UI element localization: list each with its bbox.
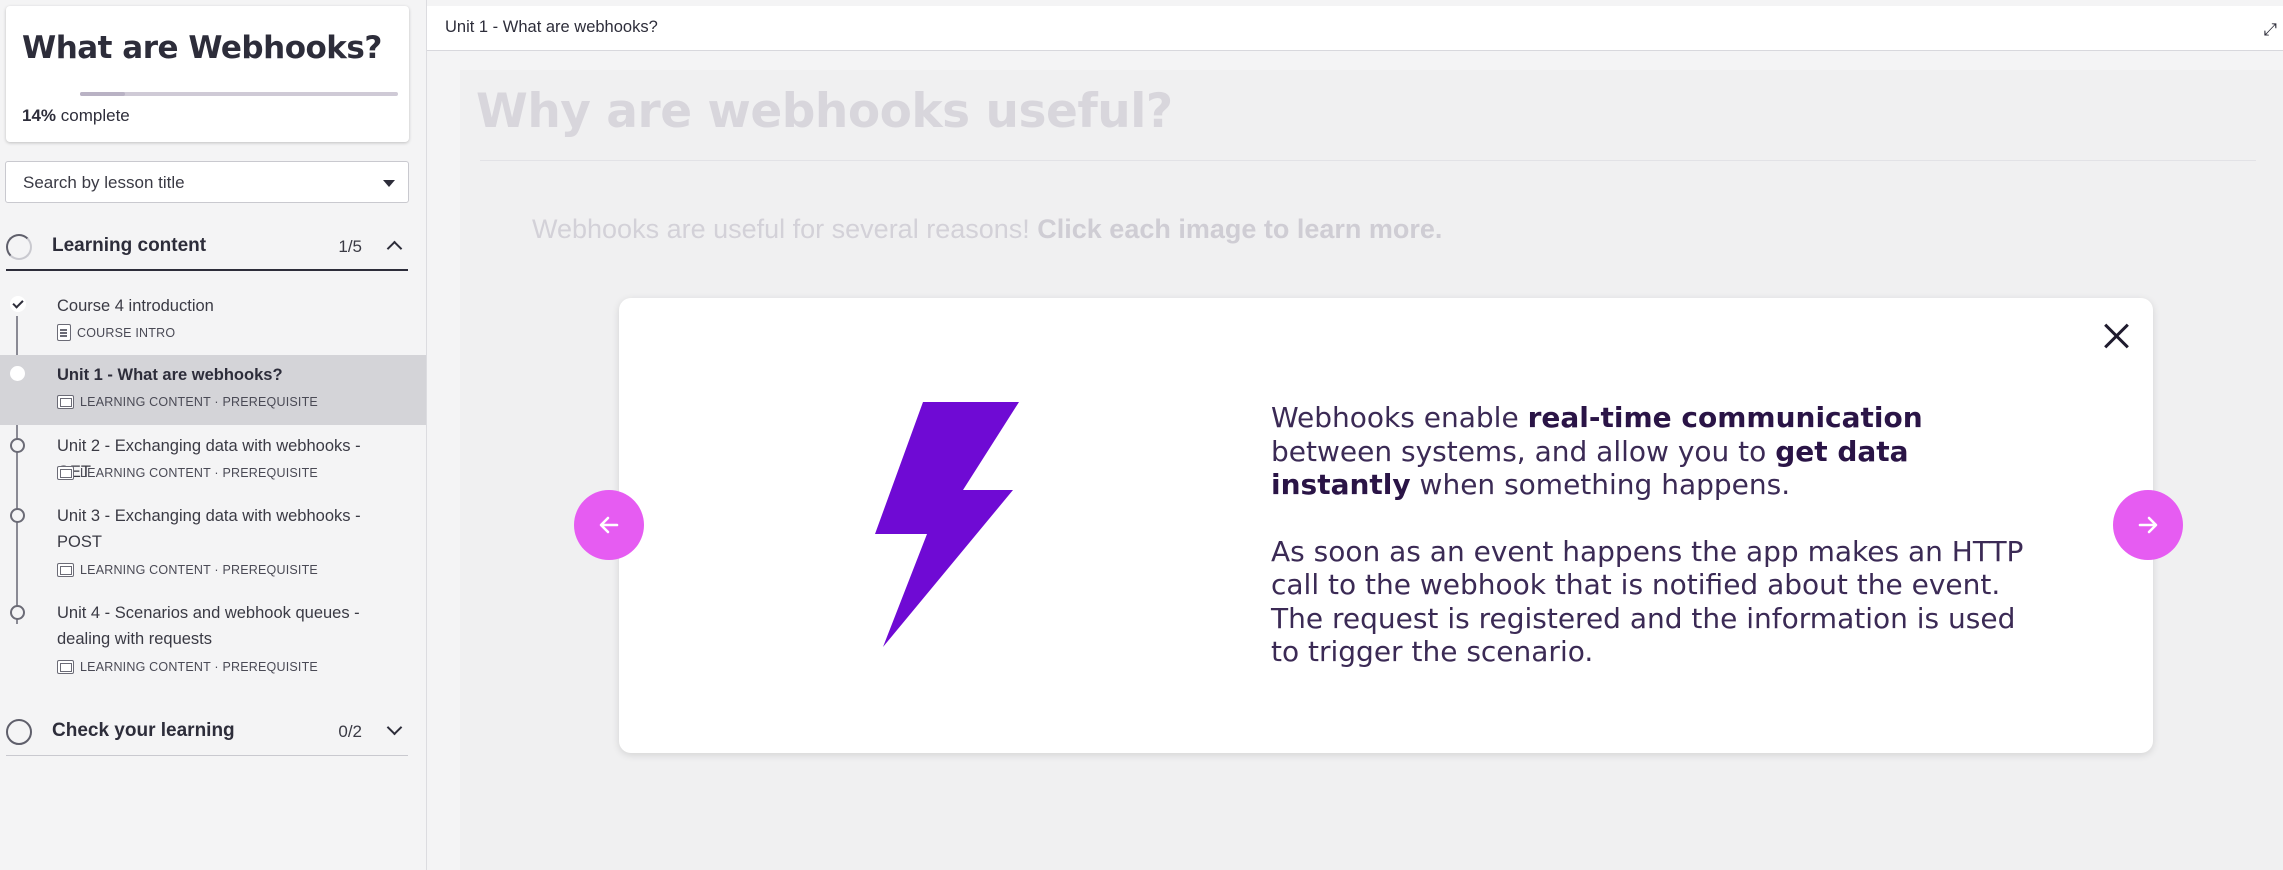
lesson-status-dot-icon xyxy=(10,508,25,523)
lesson-topbar: Unit 1 - What are webhooks? ⤢ xyxy=(427,6,2283,51)
info-card-modal: Webhooks enable real-time communication … xyxy=(619,298,2153,753)
document-icon xyxy=(57,324,71,341)
expand-icon[interactable]: ⤢ xyxy=(2263,20,2277,40)
slides-icon xyxy=(57,466,74,480)
course-header-card: What are Webhooks? 14% complete xyxy=(6,6,409,142)
progress-percent: 14% xyxy=(22,106,57,125)
lesson-search-select[interactable]: Search by lesson title xyxy=(5,161,409,203)
page-heading: Why are webhooks useful? xyxy=(476,84,1173,139)
card-text-segment: Webhooks enable xyxy=(1271,401,1528,434)
sidebar-divider xyxy=(426,0,427,870)
section-progress-ring-icon xyxy=(6,234,32,260)
course-title: What are Webhooks? xyxy=(22,30,382,66)
caret-down-icon xyxy=(383,180,395,187)
lesson-item-unit-4[interactable]: Unit 4 - Scenarios and webhook queues - … xyxy=(0,597,426,687)
course-sidebar: What are Webhooks? 14% complete Search b… xyxy=(0,0,426,870)
card-paragraph-1: Webhooks enable real-time communication … xyxy=(1271,401,2051,502)
lesson-item-unit-1[interactable]: Unit 1 - What are webhooks? LEARNING CON… xyxy=(0,355,426,425)
lesson-meta-text: LEARNING CONTENT · PREREQUISITE xyxy=(80,395,318,409)
intro-bold-text: Click each image to learn more. xyxy=(1037,214,1443,244)
course-progress-fill xyxy=(80,92,125,96)
section-count: 1/5 xyxy=(338,237,362,256)
section-count: 0/2 xyxy=(338,722,362,741)
lesson-search-placeholder: Search by lesson title xyxy=(23,173,185,192)
lesson-status-dot-icon xyxy=(10,605,25,620)
section-learning-content[interactable]: Learning content 1/5 xyxy=(6,221,408,271)
lesson-title: Course 4 introduction xyxy=(57,297,214,315)
slides-icon xyxy=(57,395,74,409)
card-description: Webhooks enable real-time communication … xyxy=(1271,401,2051,702)
course-progress-text: 14% complete xyxy=(22,106,130,126)
lesson-title: Unit 4 - Scenarios and webhook queues - … xyxy=(57,604,360,648)
lesson-item-unit-3[interactable]: Unit 3 - Exchanging data with webhooks -… xyxy=(0,500,426,590)
section-check-your-learning[interactable]: Check your learning 0/2 xyxy=(6,706,408,756)
lesson-title: Unit 1 - What are webhooks? xyxy=(57,366,283,384)
lesson-item-unit-2[interactable]: Unit 2 - Exchanging data with webhooks -… xyxy=(0,430,426,490)
lesson-current-dot-icon xyxy=(10,366,25,381)
section-progress-ring-icon xyxy=(6,719,32,745)
heading-divider xyxy=(480,160,2256,161)
lesson-meta-text: LEARNING CONTENT · PREREQUISITE xyxy=(80,660,318,674)
chevron-down-icon[interactable] xyxy=(386,719,403,736)
intro-plain-text: Webhooks are useful for several reasons! xyxy=(532,214,1038,244)
check-icon xyxy=(10,296,26,312)
lesson-meta: LEARNING CONTENT · PREREQUISITE xyxy=(57,466,318,480)
arrow-left-icon xyxy=(599,516,619,534)
lesson-meta: COURSE INTRO xyxy=(57,324,175,341)
lesson-meta: LEARNING CONTENT · PREREQUISITE xyxy=(57,660,318,674)
lesson-item-course-intro[interactable]: Course 4 introduction COURSE INTRO xyxy=(0,290,426,350)
chevron-up-icon[interactable] xyxy=(386,240,403,257)
next-button[interactable] xyxy=(2113,490,2183,560)
section-title: Learning content xyxy=(52,235,207,256)
topbar-lesson-title: Unit 1 - What are webhooks? xyxy=(445,18,658,36)
card-text-segment: between systems, and allow you to xyxy=(1271,434,1776,468)
course-progress-bar xyxy=(80,92,398,96)
slides-icon xyxy=(57,660,74,674)
lightning-bolt-icon xyxy=(875,402,1019,647)
lesson-meta: LEARNING CONTENT · PREREQUISITE xyxy=(57,395,318,409)
card-paragraph-2: As soon as an event happens the app make… xyxy=(1271,534,2024,669)
previous-button[interactable] xyxy=(574,490,644,560)
close-icon[interactable] xyxy=(2103,322,2131,350)
card-text-segment: when something happens. xyxy=(1410,468,1791,501)
progress-label: complete xyxy=(60,106,130,125)
intro-text: Webhooks are useful for several reasons!… xyxy=(532,214,1442,245)
slides-icon xyxy=(57,563,74,577)
lesson-meta-text: LEARNING CONTENT · PREREQUISITE xyxy=(80,563,318,577)
section-title: Check your learning xyxy=(52,720,235,741)
card-text-bold: real-time communication xyxy=(1527,401,1923,434)
lesson-meta-text: COURSE INTRO xyxy=(77,325,176,340)
lesson-title: Unit 3 - Exchanging data with webhooks -… xyxy=(57,507,361,551)
lesson-meta: LEARNING CONTENT · PREREQUISITE xyxy=(57,563,318,577)
lesson-status-dot-icon xyxy=(10,438,25,453)
lesson-meta-text: LEARNING CONTENT · PREREQUISITE xyxy=(80,466,318,480)
arrow-right-icon xyxy=(2138,516,2158,534)
